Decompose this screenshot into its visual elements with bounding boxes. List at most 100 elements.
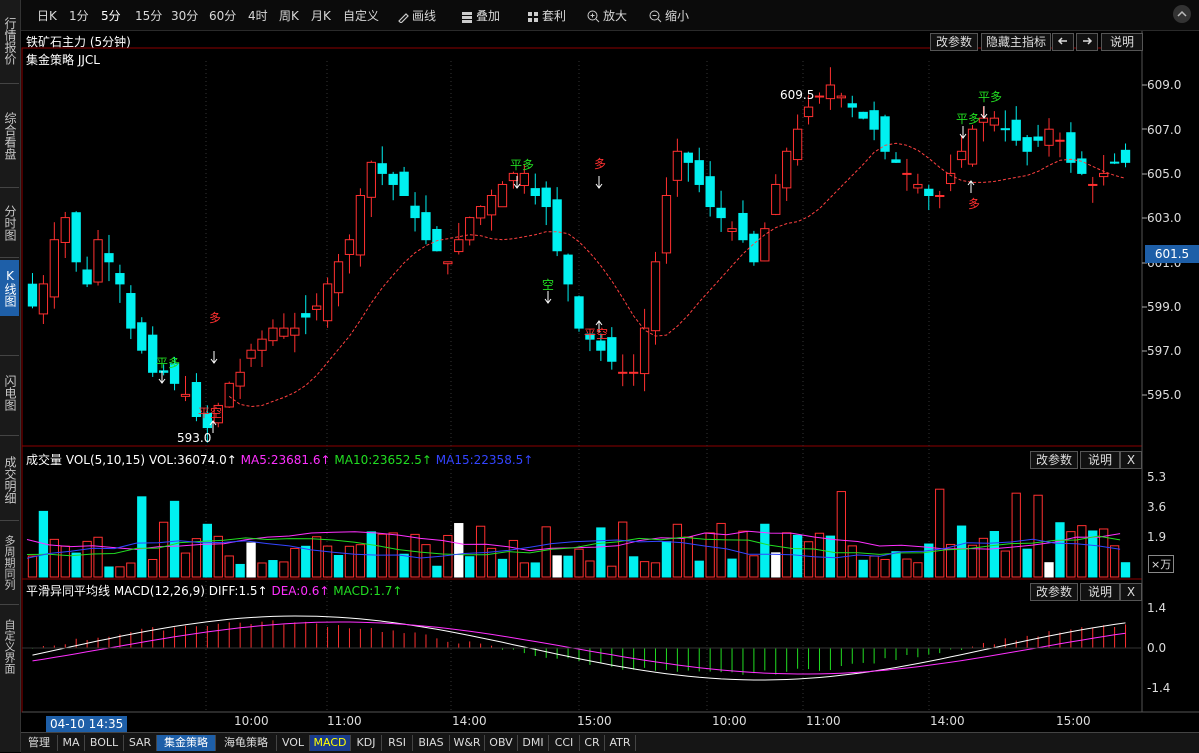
price-tick: 607.0	[1147, 123, 1182, 137]
kline-chart[interactable]	[21, 31, 1199, 732]
zoom-in-icon	[587, 10, 600, 23]
macd-lines	[22, 615, 1141, 681]
time-tick: 14:00	[452, 714, 487, 728]
candle-body	[683, 152, 693, 163]
nav-kline[interactable]: K线图	[0, 260, 19, 316]
period-4h[interactable]: 4时	[248, 7, 268, 24]
volume-bar	[519, 562, 530, 578]
tab-atr[interactable]: ATR	[605, 735, 636, 751]
period-30min[interactable]: 30分	[171, 7, 198, 24]
candle-body	[1120, 149, 1131, 163]
macd-params-button[interactable]: 改参数	[1030, 583, 1078, 601]
instrument-title: 铁矿石主力 (5分钟)	[26, 35, 131, 49]
tab-dmi[interactable]: DMI	[518, 735, 549, 751]
candle-body	[880, 116, 890, 152]
volume-bar	[333, 555, 344, 578]
nav-flash[interactable]: 闪电图	[0, 360, 19, 426]
main-panel-frame	[21, 47, 1143, 447]
signal-arrow	[967, 180, 975, 193]
volume-bar	[541, 526, 551, 578]
period-custom[interactable]: 自定义	[343, 7, 379, 24]
tab-macd[interactable]: MACD	[310, 735, 351, 751]
zoom-out-button[interactable]: 缩小	[649, 7, 689, 24]
nav-timeshare[interactable]: 分时图	[0, 190, 19, 256]
arbitrage-button[interactable]: 套利	[527, 7, 566, 24]
tab-boll[interactable]: BOLL	[85, 735, 124, 751]
volume-bar	[880, 558, 890, 578]
nav-multi-period[interactable]: 多周期同列	[0, 522, 19, 602]
macd-value: MACD:1.7↑	[333, 584, 403, 598]
volume-bar	[716, 522, 726, 578]
volume-bar	[585, 560, 595, 578]
volume-bar	[1044, 562, 1054, 578]
candle-body	[760, 228, 770, 262]
volume-title: 成交量 VOL(5,10,15)	[26, 453, 146, 467]
volume-bar	[978, 537, 989, 578]
candle-body	[1066, 132, 1076, 163]
period-60min[interactable]: 60分	[209, 7, 236, 24]
tab-sar[interactable]: SAR	[124, 735, 157, 751]
tab-rsi[interactable]: RSI	[382, 735, 413, 751]
top-toolbar: 日K 1分 5分 15分 30分 60分 4时 周K 月K 自定义 画线 叠加 …	[21, 0, 1199, 31]
signal-long: 多	[209, 311, 222, 325]
volume-close-button[interactable]: X	[1120, 451, 1142, 469]
macd-tick: -1.4	[1147, 681, 1171, 695]
period-1min[interactable]: 1分	[69, 7, 89, 24]
candle-body	[38, 283, 49, 315]
candle-body	[989, 117, 1000, 126]
candle-body	[618, 371, 628, 374]
signal-short: 空	[542, 278, 555, 292]
candle-body	[1011, 119, 1021, 141]
draw-line-button[interactable]: 画线	[397, 7, 436, 24]
period-daily[interactable]: 日K	[37, 7, 57, 24]
nav-trade-detail[interactable]: 成交明细	[0, 440, 19, 520]
volume-bar	[508, 539, 519, 578]
period-monthly[interactable]: 月K	[311, 7, 331, 24]
candle-body	[902, 172, 912, 175]
period-15min[interactable]: 15分	[135, 7, 162, 24]
volume-bar	[465, 556, 475, 578]
macd-help-button[interactable]: 说明	[1080, 583, 1120, 601]
volume-ma5: MA5:23681.6↑	[240, 453, 331, 467]
volume-help-button[interactable]: 说明	[1080, 451, 1120, 469]
tab-jjcl[interactable]: 集金策略	[157, 735, 216, 751]
volume-bar	[1000, 550, 1010, 578]
volume-bar	[246, 542, 256, 578]
volume-tick: 3.6	[1147, 500, 1167, 514]
volume-params-button[interactable]: 改参数	[1030, 451, 1078, 469]
macd-close-button[interactable]: X	[1120, 583, 1142, 601]
hide-main-indicator-button[interactable]: 隐藏主指标	[981, 33, 1051, 51]
tab-turtle[interactable]: 海龟策略	[216, 735, 277, 751]
tab-kdj[interactable]: KDJ	[351, 735, 382, 751]
params-button[interactable]: 改参数	[930, 33, 978, 51]
layers-icon	[462, 12, 472, 23]
volume-bar	[1055, 522, 1065, 578]
zoom-in-button[interactable]: 放大	[587, 7, 627, 24]
tab-obv[interactable]: OBV	[485, 735, 518, 751]
candle-body	[978, 117, 989, 123]
overlay-button[interactable]: 叠加	[461, 7, 500, 24]
candle-body	[847, 103, 857, 108]
tab-cr[interactable]: CR	[580, 735, 605, 751]
nav-quotes[interactable]: 行情报价	[0, 0, 19, 82]
toolbar-toggle-button[interactable]	[1173, 5, 1191, 23]
tab-manage[interactable]: 管理	[21, 735, 58, 751]
tab-ma[interactable]: MA	[58, 735, 85, 751]
next-button[interactable]	[1076, 33, 1098, 51]
prev-button[interactable]	[1052, 33, 1074, 51]
nav-custom[interactable]: 自定义界面	[0, 606, 19, 686]
period-weekly[interactable]: 周K	[279, 7, 299, 24]
signal-close-long: 平多	[956, 112, 981, 126]
volume-bar	[202, 523, 213, 578]
period-5min[interactable]: 5分	[101, 7, 121, 24]
tab-cci[interactable]: CCI	[549, 735, 580, 751]
volume-bar	[902, 558, 912, 578]
tab-bias[interactable]: BIAS	[413, 735, 450, 751]
volume-bar	[563, 555, 573, 578]
volume-bar	[552, 555, 562, 578]
tab-wr[interactable]: W&R	[450, 735, 485, 751]
help-button[interactable]: 说明	[1101, 33, 1143, 51]
tab-vol[interactable]: VOL	[277, 735, 310, 751]
candle-body	[891, 159, 901, 163]
nav-overview[interactable]: 综合看盘	[0, 86, 19, 186]
